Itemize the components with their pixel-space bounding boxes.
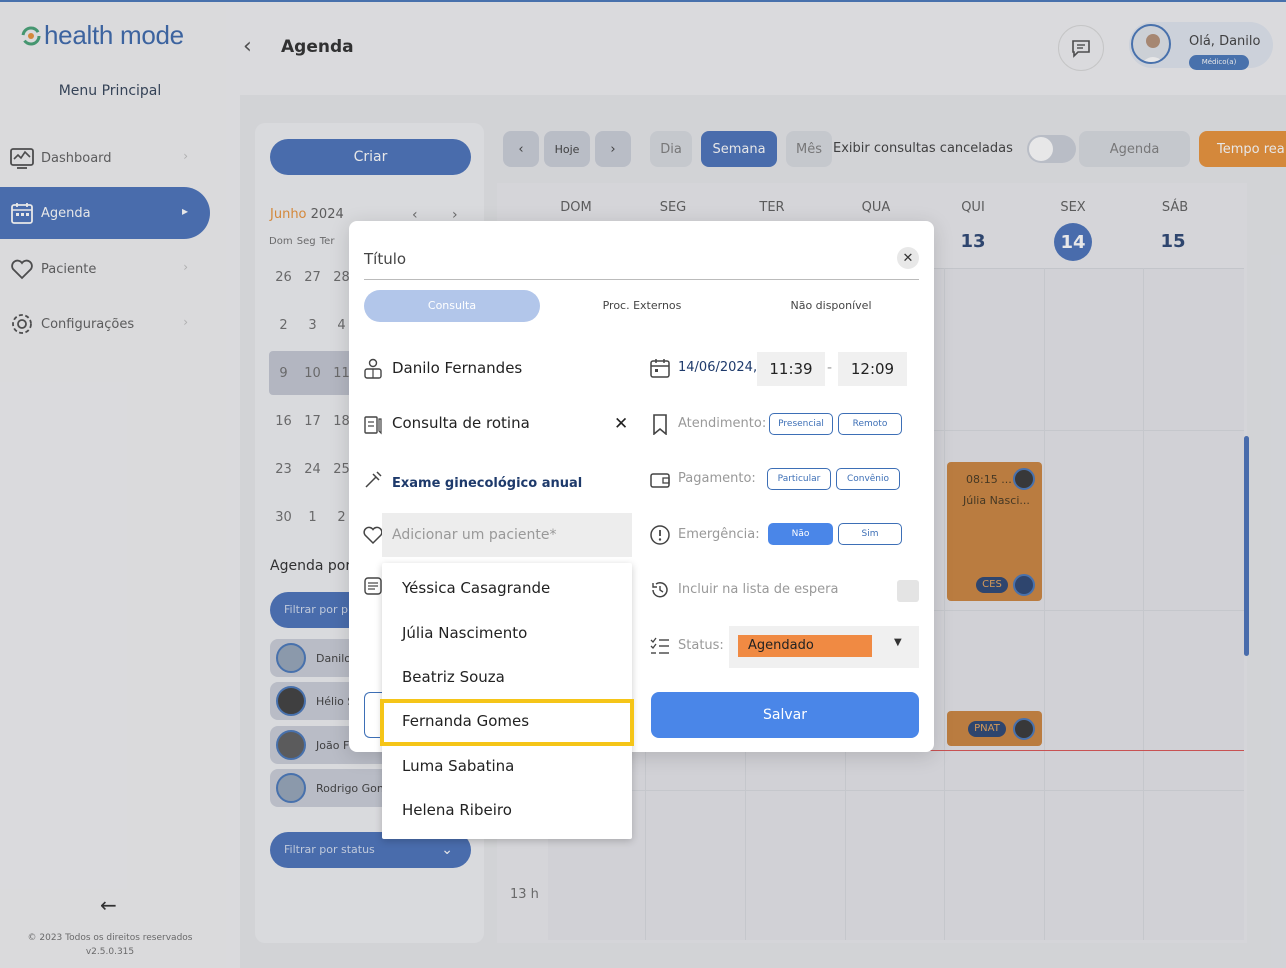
professional-field[interactable]: Danilo Fernandes xyxy=(392,359,522,377)
close-icon[interactable]: ✕ xyxy=(897,247,919,269)
procedure-field[interactable]: Consulta de rotina xyxy=(392,414,530,432)
notes-icon xyxy=(364,577,382,595)
patient-option[interactable]: Yéssica Casagrande xyxy=(402,579,550,597)
patient-option[interactable]: Luma Sabatina xyxy=(402,757,514,775)
patient-option[interactable]: Helena Ribeiro xyxy=(402,801,512,819)
save-button[interactable]: Salvar xyxy=(651,692,919,738)
wallet-icon xyxy=(650,473,670,488)
calendar-icon xyxy=(650,359,670,378)
pagamento-label: Pagamento: xyxy=(678,471,756,486)
patient-search-input[interactable]: Adicionar um paciente* xyxy=(382,513,632,557)
time-separator: - xyxy=(827,360,833,376)
bookmark-icon xyxy=(653,414,667,435)
status-value: Agendado xyxy=(738,635,872,657)
title-input[interactable]: Título xyxy=(364,250,406,268)
tab-consulta[interactable]: Consulta xyxy=(364,290,540,322)
caret-down-icon[interactable]: ▼ xyxy=(894,637,902,648)
particular-option[interactable]: Particular xyxy=(767,468,831,490)
syringe-icon xyxy=(365,471,382,488)
exam-field[interactable]: Exame ginecológico anual xyxy=(392,476,582,491)
start-time-input[interactable]: 11:39 xyxy=(757,352,825,386)
emergency-no-option[interactable]: Não xyxy=(768,523,833,545)
emergencia-label: Emergência: xyxy=(678,527,760,542)
convenio-option[interactable]: Convênio xyxy=(836,468,900,490)
end-time-input[interactable]: 12:09 xyxy=(838,352,907,386)
patient-option[interactable]: Júlia Nascimento xyxy=(402,624,527,642)
waiting-list-label: Incluir na lista de espera xyxy=(678,582,839,597)
clock-history-icon xyxy=(652,582,668,598)
alert-icon xyxy=(650,525,670,545)
date-field[interactable]: 14/06/2024, xyxy=(678,360,757,375)
tab-proc-externos[interactable]: Proc. Externos xyxy=(560,290,724,322)
remoto-option[interactable]: Remoto xyxy=(838,413,902,435)
title-underline xyxy=(364,279,919,280)
emergency-yes-option[interactable]: Sim xyxy=(838,523,902,545)
waiting-list-checkbox[interactable] xyxy=(897,580,919,602)
tab-nao-disponivel[interactable]: Não disponível xyxy=(750,290,912,322)
atendimento-label: Atendimento: xyxy=(678,416,767,431)
clear-procedure-icon[interactable]: ✕ xyxy=(614,414,628,434)
presencial-option[interactable]: Presencial xyxy=(769,413,833,435)
status-label: Status: xyxy=(678,638,724,653)
checklist-icon xyxy=(650,637,669,654)
heart-icon xyxy=(363,526,383,545)
doctor-icon xyxy=(364,358,382,379)
patient-option[interactable]: Beatriz Souza xyxy=(402,668,505,686)
clipboard-icon xyxy=(364,416,382,435)
patient-option-highlighted[interactable]: Fernanda Gomes xyxy=(402,712,529,730)
